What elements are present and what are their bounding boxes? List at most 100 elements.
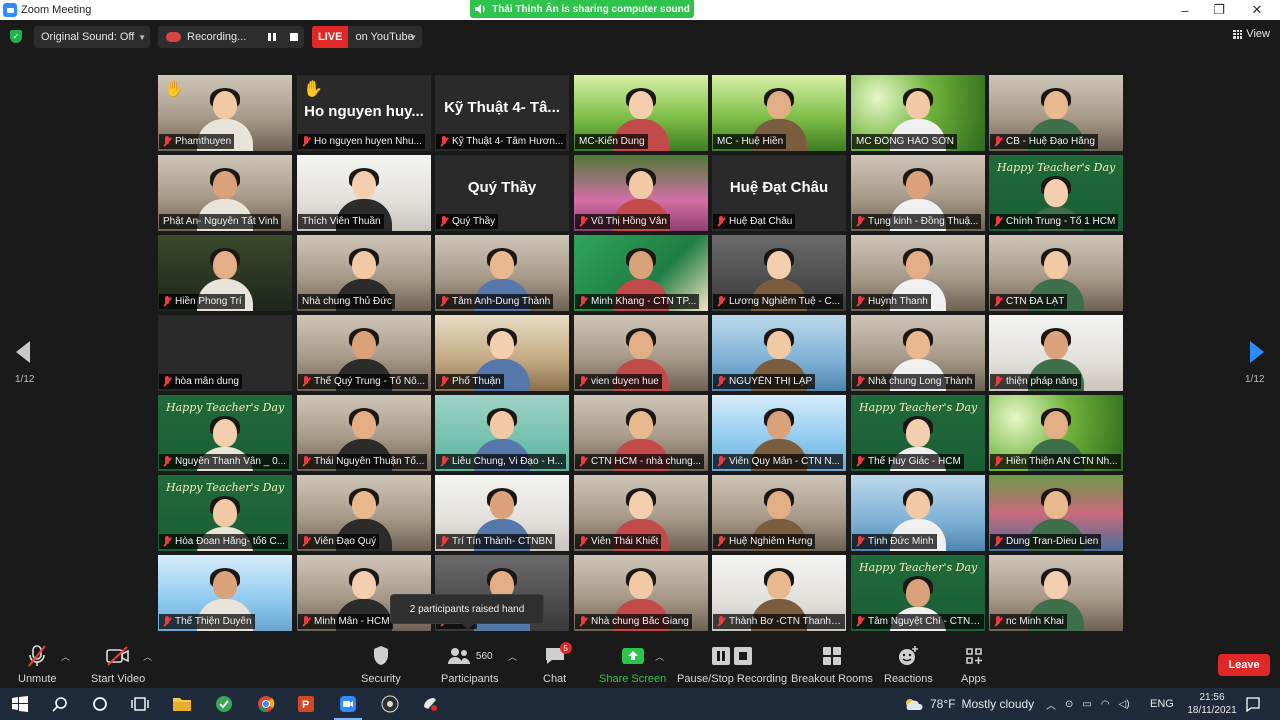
notification-icon[interactable] — [1245, 688, 1261, 720]
zoom-taskbar-icon[interactable] — [328, 688, 368, 720]
start-video-button[interactable]: Start Video — [91, 644, 145, 685]
participant-tile[interactable]: Thích Viên Thuần — [297, 155, 431, 231]
participant-tile[interactable]: Happy Teacher's Day Nguyễn Thanh Vân _ 0.… — [158, 395, 292, 471]
participant-tile[interactable]: MC - Huệ Hiền — [712, 75, 846, 151]
minimize-button[interactable]: – — [1166, 0, 1204, 20]
participant-tile[interactable]: Viên Đạo Quý — [297, 475, 431, 551]
participant-tile[interactable]: thiện pháp năng — [989, 315, 1123, 391]
participant-tile[interactable]: Quý Thầy Quý Thầy — [435, 155, 569, 231]
chevron-down-icon[interactable]: ▼ — [409, 33, 417, 42]
view-button[interactable]: View — [1233, 28, 1270, 40]
participant-tile[interactable]: NGUYỄN THỊ LẠP — [712, 315, 846, 391]
participant-tile[interactable]: Happy Teacher's Day Chính Trung - Tổ 1 HC… — [989, 155, 1123, 231]
participant-tile[interactable]: Happy Teacher's Day Hòa Đoan Hằng- tổ6 C.… — [158, 475, 292, 551]
participant-tile[interactable]: MC ĐỒNG HẢO SƠN — [851, 75, 985, 151]
participant-tile[interactable]: Dung Tran-Dieu Lien — [989, 475, 1123, 551]
participant-tile[interactable]: ✋ Phamthuyen — [158, 75, 292, 151]
weather-widget[interactable]: 78°F Mostly cloudy — [902, 688, 1034, 720]
participant-tile[interactable]: Viên Thái Khiết — [574, 475, 708, 551]
participant-tile[interactable]: Tịnh Đức Minh — [851, 475, 985, 551]
pause-icon[interactable] — [268, 33, 276, 41]
task-view-icon[interactable] — [120, 688, 160, 720]
chevron-down-icon[interactable]: ▼ — [138, 33, 146, 42]
page-indicator-right: 1/12 — [1245, 374, 1265, 385]
participant-tile[interactable]: CTN ĐÀ LẠT — [989, 235, 1123, 311]
participant-tile[interactable]: Huệ Đạt Châu Huệ Đạt Châu — [712, 155, 846, 231]
participant-tile[interactable]: Nhà chung Thủ Đức — [297, 235, 431, 311]
cortana-icon[interactable] — [80, 688, 120, 720]
participant-tile[interactable]: MC-Kiến Dung — [574, 75, 708, 151]
participant-tile[interactable]: Nhà chung Long Thành — [851, 315, 985, 391]
video-options-caret-icon[interactable]: ︿ — [143, 650, 152, 663]
audio-options-caret-icon[interactable]: ︿ — [61, 650, 70, 663]
file-explorer-icon[interactable] — [162, 688, 202, 720]
clock[interactable]: 21:56 18/11/2021 — [1180, 688, 1244, 720]
wifi-icon[interactable]: ◠ — [1101, 699, 1110, 710]
participant-tile[interactable]: Thế Thiện Duyên — [158, 555, 292, 631]
participant-tile[interactable]: Hiền Phong Trí — [158, 235, 292, 311]
participant-tile[interactable]: Liễu Chung, Vi Đạo - H... — [435, 395, 569, 471]
close-button[interactable]: ✕ — [1238, 0, 1276, 20]
participant-tile[interactable]: CB - Huệ Đạo Hằng — [989, 75, 1123, 151]
participant-tile[interactable]: Minh Khang - CTN TP... — [574, 235, 708, 311]
participants-caret-icon[interactable]: ︿ — [508, 650, 517, 663]
participant-tile[interactable]: Trí Tín Thành- CTNBN — [435, 475, 569, 551]
next-page-arrow[interactable] — [1250, 341, 1264, 363]
chrome-icon[interactable] — [246, 688, 286, 720]
search-icon[interactable] — [40, 688, 80, 720]
participant-tile[interactable]: Huỳnh Thanh — [851, 235, 985, 311]
reactions-label: Reactions — [884, 673, 933, 685]
chat-button[interactable]: 5 Chat — [543, 642, 572, 685]
app-tray-icon[interactable]: ⊙ — [1065, 699, 1073, 710]
leave-button[interactable]: Leave — [1218, 654, 1270, 676]
participant-tile[interactable]: Huệ Nghiêm Hưng — [712, 475, 846, 551]
participant-tile[interactable]: Happy Teacher's Day Thế Huy Giác - HCM — [851, 395, 985, 471]
network-icon[interactable]: ▭ — [1082, 699, 1091, 710]
breakout-rooms-button[interactable]: Breakout Rooms — [791, 644, 873, 685]
reactions-button[interactable]: Reactions — [884, 644, 933, 685]
maximize-button[interactable]: ❐ — [1200, 0, 1238, 20]
powerpoint-icon[interactable]: P — [286, 688, 326, 720]
participant-tile[interactable]: Tâm Anh-Dung Thành — [435, 235, 569, 311]
security-button[interactable]: Security — [361, 644, 401, 685]
windows-start-icon[interactable] — [0, 688, 40, 720]
participant-tile[interactable]: CTN HCM - nhà chung... — [574, 395, 708, 471]
volume-icon[interactable]: ◁) — [1119, 699, 1130, 710]
participant-tile[interactable]: Hiền Thiện AN CTN Nh... — [989, 395, 1123, 471]
participant-tile[interactable]: Happy Teacher's Day Tâm Nguyệt Chí - CTN … — [851, 555, 985, 631]
participant-name: Minh Mẫn - HCM — [314, 616, 390, 627]
shield-check-icon[interactable]: ✓ — [10, 30, 22, 43]
participants-button[interactable]: 560 Participants — [441, 644, 498, 685]
participant-tile[interactable]: Vũ Thị Hồng Vân — [574, 155, 708, 231]
participant-tile[interactable]: vien duyen hue — [574, 315, 708, 391]
app-icon[interactable] — [410, 688, 450, 720]
green-app-icon[interactable] — [204, 688, 244, 720]
chevron-up-icon[interactable]: ︿ — [1046, 697, 1056, 712]
participant-tile[interactable]: hòa mẫn dung — [158, 315, 292, 391]
participant-tile[interactable]: Thái Nguyễn Thuận Tố... — [297, 395, 431, 471]
live-stream-button[interactable]: LIVE on YouTube ▼ — [312, 26, 422, 48]
share-options-caret-icon[interactable]: ︿ — [655, 650, 664, 663]
participant-tile[interactable]: Thế Quý Trung - Tổ Nô... — [297, 315, 431, 391]
obs-icon[interactable] — [370, 688, 410, 720]
stop-icon[interactable] — [290, 33, 298, 41]
participant-tile[interactable]: Phổ Thuận — [435, 315, 569, 391]
participant-tile[interactable]: Lương Nghiêm Tuệ - C... — [712, 235, 846, 311]
participant-tile[interactable]: Viên Quy Mẫn - CTN N... — [712, 395, 846, 471]
participant-name: NGUYỄN THỊ LẠP — [729, 376, 813, 387]
participant-tile[interactable]: Thành Bơ -CTN Thanh ... — [712, 555, 846, 631]
participant-tile[interactable]: Nhà chung Bắc Giang — [574, 555, 708, 631]
apps-button[interactable]: Apps — [961, 644, 986, 685]
participant-tile[interactable]: Tụng kinh - Đồng Thuậ... — [851, 155, 985, 231]
previous-page-arrow[interactable] — [16, 341, 30, 363]
cloud-record-icon — [166, 32, 181, 42]
original-sound-button[interactable]: Original Sound: Off ▼ — [34, 26, 150, 48]
participant-tile[interactable]: nc Minh Khai — [989, 555, 1123, 631]
unmute-button[interactable]: Unmute — [18, 644, 57, 685]
participant-tile[interactable]: Ho nguyen huy... ✋ Ho nguyen huyen Nhu... — [297, 75, 431, 151]
participant-tile[interactable]: Phật An- Nguyễn Tất Vinh — [158, 155, 292, 231]
input-language[interactable]: ENG — [1150, 688, 1174, 720]
recording-label: Recording... — [187, 31, 247, 43]
participant-tile[interactable]: Kỹ Thuật 4- Tâ... Kỹ Thuật 4- Tâm Hươn... — [435, 75, 569, 151]
pause-stop-recording-button[interactable]: Pause/Stop Recording — [677, 644, 787, 685]
